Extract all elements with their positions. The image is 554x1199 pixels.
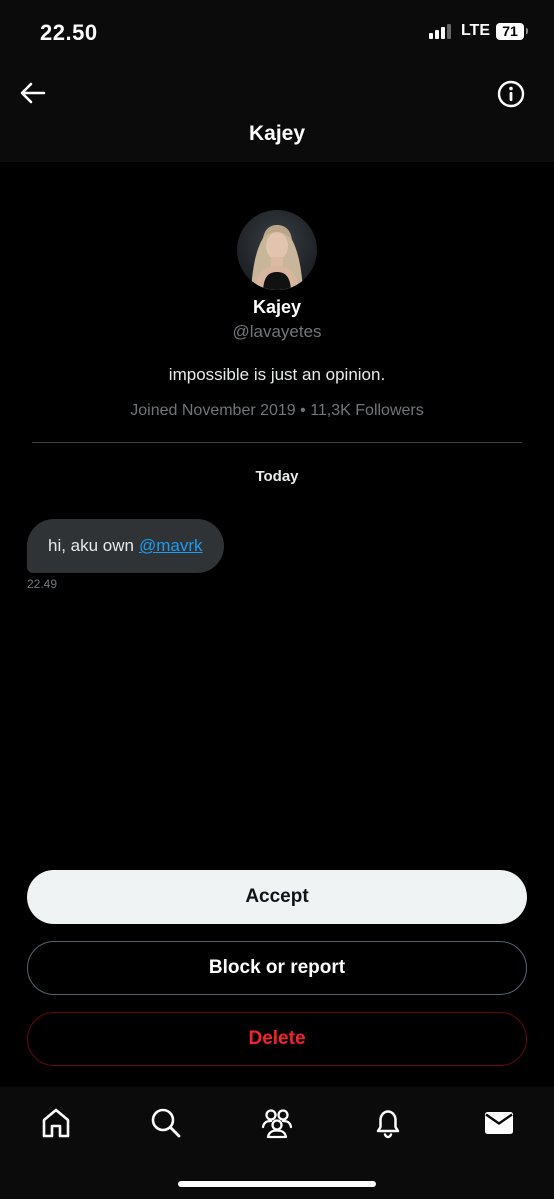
communities-icon bbox=[261, 1109, 293, 1139]
profile-bio: impossible is just an opinion. bbox=[168, 365, 386, 384]
home-icon bbox=[42, 1108, 70, 1138]
status-bar: 22.50 LTE 71 bbox=[0, 0, 554, 66]
conversation-info-button[interactable] bbox=[496, 79, 526, 109]
profile-handle: @lavayetes bbox=[232, 322, 322, 341]
divider bbox=[32, 442, 522, 443]
block-or-report-button[interactable]: Block or report bbox=[27, 941, 527, 995]
profile-meta: Joined November 2019 • 11,3K Followers bbox=[130, 402, 424, 419]
message-text: hi, aku own bbox=[48, 536, 134, 555]
notifications-bell-icon bbox=[376, 1110, 400, 1139]
back-button[interactable] bbox=[18, 78, 48, 108]
mention-link[interactable]: @mavrk bbox=[139, 536, 203, 556]
message-timestamp: 22.49 bbox=[27, 577, 58, 591]
avatar-image bbox=[237, 210, 317, 290]
date-separator: Today bbox=[255, 468, 299, 485]
messages-envelope-icon bbox=[485, 1112, 513, 1134]
battery-icon: 71 bbox=[496, 22, 528, 40]
page-title: Kajey bbox=[248, 122, 306, 145]
tab-home[interactable] bbox=[38, 1105, 74, 1141]
avatar[interactable] bbox=[237, 210, 317, 290]
profile-name[interactable]: Kajey bbox=[0, 297, 554, 318]
status-indicators: LTE 71 bbox=[428, 22, 528, 40]
home-indicator bbox=[178, 1181, 376, 1187]
delete-button[interactable]: Delete bbox=[27, 1012, 527, 1066]
arrow-left-icon bbox=[20, 82, 46, 104]
battery-level: 71 bbox=[496, 22, 524, 40]
network-type: LTE bbox=[460, 22, 490, 39]
status-time: 22.50 bbox=[40, 20, 98, 45]
tab-messages[interactable] bbox=[481, 1105, 517, 1141]
tab-communities[interactable] bbox=[259, 1105, 295, 1141]
message-bubble[interactable]: hi, aku own @mavrk bbox=[27, 519, 224, 573]
info-circle-icon bbox=[497, 80, 525, 108]
search-icon bbox=[151, 1108, 181, 1138]
signal-strength-icon bbox=[428, 23, 451, 39]
accept-button[interactable]: Accept bbox=[27, 870, 527, 924]
tab-notifications[interactable] bbox=[370, 1105, 406, 1141]
tab-search[interactable] bbox=[148, 1105, 184, 1141]
